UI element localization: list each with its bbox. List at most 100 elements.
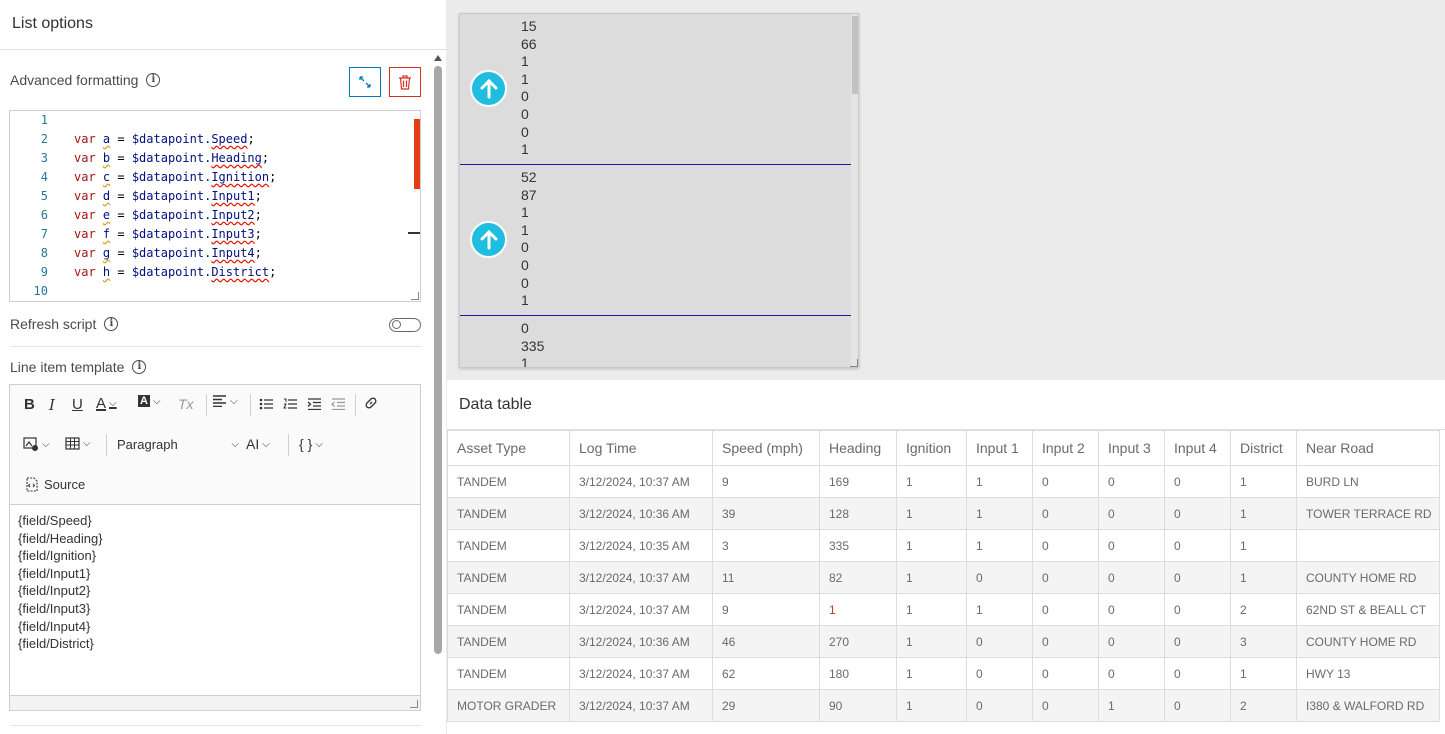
- rich-text-editor: B I U A ⌵ A ⌵ Tx ⌵ ⌵ ⌵ Paragraph ⌵ AI ⌵ …: [9, 384, 421, 711]
- table-row[interactable]: TANDEM 3/12/2024, 10:37 AM 62 180 1 0 0 0 0 1 HWY …: [447, 657, 1440, 690]
- table-cell: 3/12/2024, 10:37 AM: [569, 561, 713, 594]
- list-item-values: 52 87 1 1 0 0 0 1: [521, 169, 537, 310]
- bold-button[interactable]: B: [24, 396, 35, 413]
- info-icon[interactable]: i: [104, 317, 119, 331]
- template-line: {field/Input4}: [18, 618, 91, 634]
- column-header[interactable]: Input 4: [1164, 430, 1231, 466]
- list-value: 87: [521, 186, 537, 203]
- scrollbar-thumb[interactable]: [434, 66, 442, 654]
- arrow-up-icon: [470, 221, 507, 258]
- resize-handle[interactable]: [410, 700, 418, 708]
- resize-handle[interactable]: [850, 359, 858, 367]
- refresh-script-toggle[interactable]: [389, 318, 421, 332]
- code-reference: $datapoint.: [131, 132, 212, 146]
- table-cell: 0: [1164, 561, 1231, 594]
- insert-expression-button[interactable]: { } ⌵: [299, 436, 323, 452]
- table-row[interactable]: MOTOR GRADER 3/12/2024, 10:37 AM 29 90 1 0 0 1 0…: [447, 689, 1440, 722]
- insert-table-button[interactable]: ⌵: [65, 437, 91, 450]
- data-table: Asset Type Log Time Speed (mph) Heading Igni…: [447, 430, 1440, 722]
- underline-button[interactable]: U: [72, 396, 83, 413]
- table-cell: TANDEM: [447, 657, 570, 690]
- column-header[interactable]: Heading: [819, 430, 897, 466]
- list-value: 66: [521, 35, 537, 52]
- code-line: 2 var a = $datapoint.Speed;: [10, 132, 410, 151]
- list-value: 15: [521, 18, 537, 34]
- column-header[interactable]: Log Time: [569, 430, 713, 466]
- column-header[interactable]: Near Road: [1296, 430, 1440, 466]
- ai-button[interactable]: AI ⌵: [246, 436, 270, 452]
- line-number: 5: [40, 189, 48, 203]
- table-row[interactable]: TANDEM 3/12/2024, 10:36 AM 46 270 1 0 0 0 0 3 COUN…: [447, 625, 1440, 658]
- numbered-list-button[interactable]: [283, 398, 298, 410]
- source-button[interactable]: Source: [24, 477, 85, 492]
- code-line: 10: [10, 284, 410, 303]
- code-line: 8 var g = $datapoint.Input4;: [10, 246, 410, 265]
- table-cell: 0: [1098, 529, 1165, 562]
- indent-button[interactable]: [307, 398, 322, 410]
- table-cell: 0: [1164, 689, 1231, 722]
- clear-format-button[interactable]: Tx: [178, 396, 194, 412]
- table-row[interactable]: TANDEM 3/12/2024, 10:36 AM 39 128 1 1 0 0 0 1 TOWE…: [447, 497, 1440, 530]
- code-field: Ignition: [211, 170, 270, 184]
- code-operator: =: [110, 265, 132, 279]
- toolbar-separator: [355, 394, 356, 416]
- editor-footer: [10, 695, 420, 710]
- outdent-button[interactable]: [331, 398, 346, 410]
- align-left-icon: [213, 395, 226, 407]
- table-cell: 11: [712, 561, 820, 594]
- column-header[interactable]: Asset Type: [447, 430, 570, 466]
- column-header[interactable]: Input 1: [966, 430, 1033, 466]
- column-header[interactable]: Ignition: [896, 430, 967, 466]
- template-content[interactable]: {field/Speed} {field/Heading} {field/Ignit…: [18, 512, 103, 653]
- table-cell: 3: [712, 529, 820, 562]
- paragraph-format-select[interactable]: Paragraph ⌵: [117, 437, 239, 452]
- align-button[interactable]: ⌵: [212, 395, 238, 407]
- code-semicolon: ;: [254, 246, 262, 260]
- table-cell: 0: [1164, 625, 1231, 658]
- font-color-button[interactable]: A ⌵: [96, 395, 117, 412]
- code-semicolon: ;: [269, 265, 277, 279]
- table-row[interactable]: TANDEM 3/12/2024, 10:37 AM 9 1 1 1 0 0 0 2 62ND ST…: [447, 593, 1440, 626]
- link-button[interactable]: [364, 396, 378, 410]
- list-item[interactable]: 0 335 1: [460, 316, 851, 367]
- table-row[interactable]: TANDEM 3/12/2024, 10:35 AM 3 335 1 1 0 0 0 1: [447, 529, 1440, 562]
- code-reference: $datapoint.: [131, 208, 212, 222]
- table-row[interactable]: TANDEM 3/12/2024, 10:37 AM 11 82 1 0 0 0 0 1 COUNT…: [447, 561, 1440, 594]
- bulleted-list-button[interactable]: [259, 398, 274, 410]
- table-cell: 0: [1164, 465, 1231, 498]
- arcade-code-editor[interactable]: 1 2 var a = $datapoint.Speed; 3 var b = $dat…: [9, 110, 421, 302]
- data-table-title: Data table: [459, 396, 532, 413]
- chevron-down-icon: ⌵: [109, 398, 117, 409]
- bulleted-list-icon: [259, 398, 273, 410]
- table-cell: 3/12/2024, 10:35 AM: [569, 529, 713, 562]
- outdent-icon: [331, 398, 345, 410]
- line-number: 4: [40, 170, 48, 184]
- insert-image-button[interactable]: ⌵: [23, 437, 50, 451]
- list-value: 52: [521, 169, 537, 185]
- table-cell: 1: [966, 593, 1033, 626]
- bg-color-button[interactable]: A ⌵: [138, 395, 161, 407]
- column-header[interactable]: Input 3: [1098, 430, 1165, 466]
- table-cell: 0: [1032, 689, 1099, 722]
- column-header[interactable]: District: [1230, 430, 1297, 466]
- list-item-values: 15 66 1 1 0 0 0 1: [521, 18, 537, 159]
- column-header[interactable]: Speed (mph): [712, 430, 820, 466]
- column-header[interactable]: Input 2: [1032, 430, 1099, 466]
- expand-editor-button[interactable]: [349, 67, 381, 97]
- list-item[interactable]: 15 66 1 1 0 0 0 1: [460, 14, 851, 165]
- table-row[interactable]: TANDEM 3/12/2024, 10:37 AM 9 169 1 1 0 0 0 1 BURD …: [447, 465, 1440, 498]
- code-semicolon: ;: [269, 170, 277, 184]
- scroll-up-arrow[interactable]: [434, 55, 442, 61]
- delete-script-button[interactable]: [389, 67, 421, 97]
- list-item[interactable]: 52 87 1 1 0 0 0 1: [460, 165, 851, 316]
- resize-handle[interactable]: [411, 292, 419, 300]
- data-table-panel: Data table Asset Type Log Time Speed (mph)…: [447, 380, 1445, 734]
- source-icon: [26, 477, 38, 492]
- italic-button[interactable]: I: [49, 396, 55, 414]
- overview-ruler-mark: [408, 232, 420, 234]
- list-scrollbar-thumb[interactable]: [852, 16, 858, 94]
- table-cell: MOTOR GRADER: [447, 689, 570, 722]
- info-icon[interactable]: i: [146, 73, 161, 87]
- info-icon[interactable]: i: [132, 360, 147, 374]
- table-cell: 3/12/2024, 10:37 AM: [569, 593, 713, 626]
